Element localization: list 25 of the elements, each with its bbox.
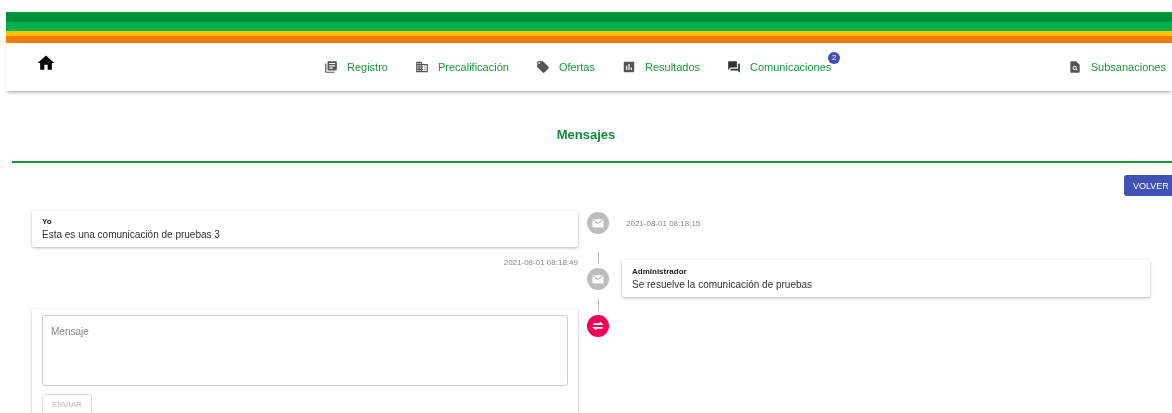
message-author: Yo xyxy=(42,217,53,226)
nav-link[interactable]: Registro xyxy=(324,60,388,74)
envelope-icon xyxy=(587,212,609,234)
message-field[interactable]: Mensaje xyxy=(42,315,568,386)
nav-link[interactable]: Subsanaciones xyxy=(1067,60,1166,74)
building-icon xyxy=(414,60,429,74)
count-badge: 2 xyxy=(828,52,841,64)
back-button[interactable]: VOLVER xyxy=(1124,175,1172,196)
chat-icon xyxy=(727,60,741,74)
envelope-icon xyxy=(587,268,609,290)
message-date: 2021-08-01 08:18:49 xyxy=(502,257,578,269)
message-text: Se resuelve la comunicación de pruebas xyxy=(632,279,814,290)
message-date: 2021-08-01 08:18:15 xyxy=(625,218,702,230)
document-search-icon xyxy=(1067,60,1082,74)
swap-icon xyxy=(587,315,609,337)
message-author: Administrador xyxy=(632,267,688,276)
tag-icon xyxy=(535,60,550,74)
document-icon xyxy=(324,60,338,74)
nav-link[interactable]: Resultados xyxy=(621,60,700,74)
home-icon[interactable] xyxy=(36,53,56,73)
bar-chart-icon xyxy=(621,60,636,74)
nav-link[interactable]: Precalificación xyxy=(414,60,509,74)
nav-link[interactable]: Ofertas xyxy=(535,60,595,74)
page-title: Mensajes xyxy=(555,127,617,144)
message-text: Esta es una comunicación de pruebas 3 xyxy=(42,229,221,240)
